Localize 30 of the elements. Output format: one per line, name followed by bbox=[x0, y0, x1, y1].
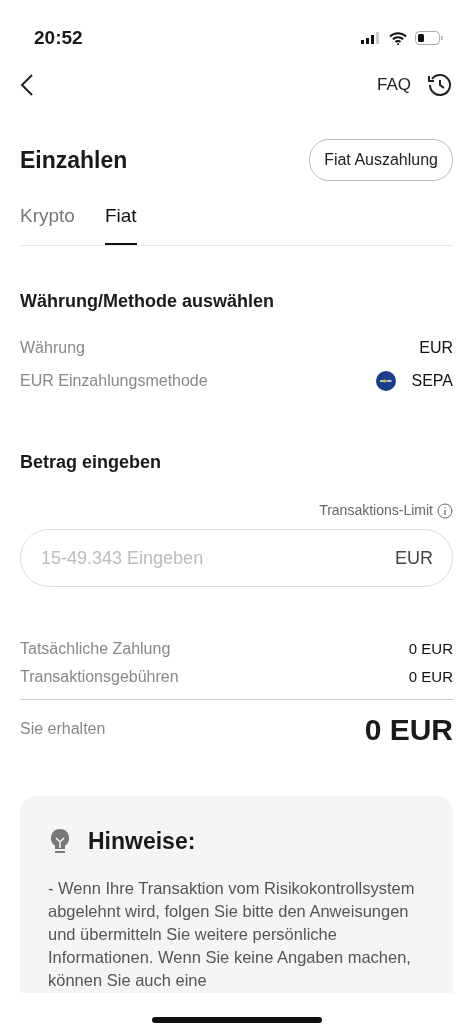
sepa-logo-icon bbox=[375, 370, 396, 391]
limit-label: Transaktions-Limit bbox=[319, 501, 433, 520]
notes-text: - Wenn Ihre Transaktion vom Risikokontrollsystem abgelehnt wird, folgen Sie bitte den Anweisungen und übermitteln Sie weitere persönliche Informationen. Wenn Sie keine Angaben machen, können Sie auch eine bbox=[48, 877, 416, 991]
field-label: Währung bbox=[20, 337, 85, 358]
tab[interactable]: Fiat bbox=[104, 190, 137, 245]
info-icon[interactable] bbox=[437, 502, 453, 519]
field-value: SEPA bbox=[411, 370, 453, 391]
section-title: Betrag eingeben bbox=[20, 451, 163, 474]
section-title: Währung/Methode auswählen bbox=[20, 290, 275, 313]
history-icon[interactable] bbox=[427, 72, 453, 98]
notes-title: Hinweise: bbox=[88, 827, 196, 856]
wifi-icon bbox=[389, 31, 407, 45]
battery-icon bbox=[415, 31, 443, 45]
page-title: Einzahlen bbox=[20, 145, 128, 175]
summary-label: Transaktionsgebühren bbox=[20, 667, 179, 687]
clock: 20:52 bbox=[34, 25, 83, 50]
receive-amount: 0 EUR bbox=[364, 711, 453, 748]
field-value: EUR bbox=[419, 337, 453, 358]
fiat-withdraw-button[interactable]: Fiat Auszahlung bbox=[309, 139, 453, 181]
summary-label: Tatsächliche Zahlung bbox=[20, 639, 171, 659]
signal-icon bbox=[361, 32, 381, 44]
receive-label: Sie erhalten bbox=[20, 719, 106, 739]
currency-label: EUR bbox=[395, 546, 433, 570]
faq-link[interactable]: FAQ bbox=[377, 72, 411, 98]
summary-value: 0 EUR bbox=[408, 666, 453, 687]
field-label: EUR Einzahlungsmethode bbox=[20, 370, 208, 391]
tab[interactable]: Krypto bbox=[20, 190, 75, 245]
summary-value: 0 EUR bbox=[408, 638, 453, 659]
lightbulb-icon bbox=[48, 827, 72, 856]
back-icon[interactable] bbox=[20, 73, 34, 97]
